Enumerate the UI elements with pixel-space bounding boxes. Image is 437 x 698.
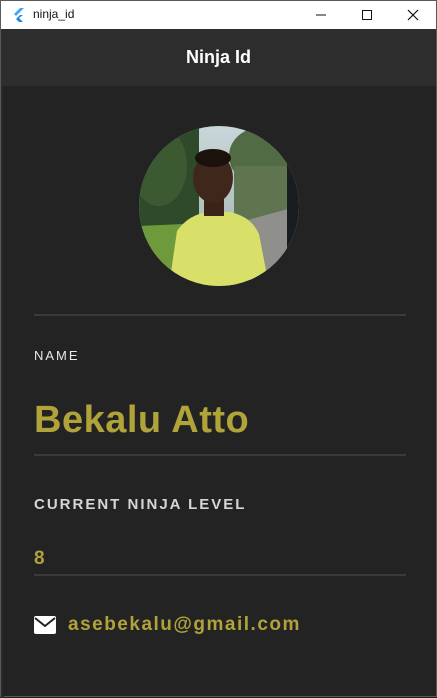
- minimize-button[interactable]: [298, 1, 344, 29]
- maximize-button[interactable]: [344, 1, 390, 29]
- app-bar: Ninja Id: [1, 29, 436, 86]
- app-window: ninja_id Ninja Id NAME Bekalu Atto CURRE…: [0, 0, 437, 698]
- window-titlebar[interactable]: ninja_id: [1, 1, 436, 29]
- name-value: Bekalu Atto: [34, 399, 250, 441]
- window-title: ninja_id: [33, 7, 75, 21]
- email-value: asebekalu@gmail.com: [68, 614, 301, 635]
- profile-avatar: [139, 126, 299, 286]
- app-bar-title: Ninja Id: [185, 47, 251, 67]
- level-value: 8: [34, 548, 45, 569]
- avatar-divider: [34, 314, 406, 316]
- close-icon: [407, 9, 419, 21]
- maximize-icon: [362, 10, 372, 20]
- mail-icon: [34, 616, 56, 634]
- minimize-icon: [316, 14, 326, 16]
- level-divider: [34, 574, 406, 576]
- level-label: CURRENT NINJA LEVEL: [34, 496, 247, 513]
- close-button[interactable]: [390, 1, 436, 29]
- name-divider: [34, 454, 406, 456]
- flutter-logo-icon: [14, 8, 24, 22]
- email-row: asebekalu@gmail.com: [34, 614, 301, 636]
- name-label: NAME: [34, 348, 80, 363]
- profile-photo: [139, 126, 299, 286]
